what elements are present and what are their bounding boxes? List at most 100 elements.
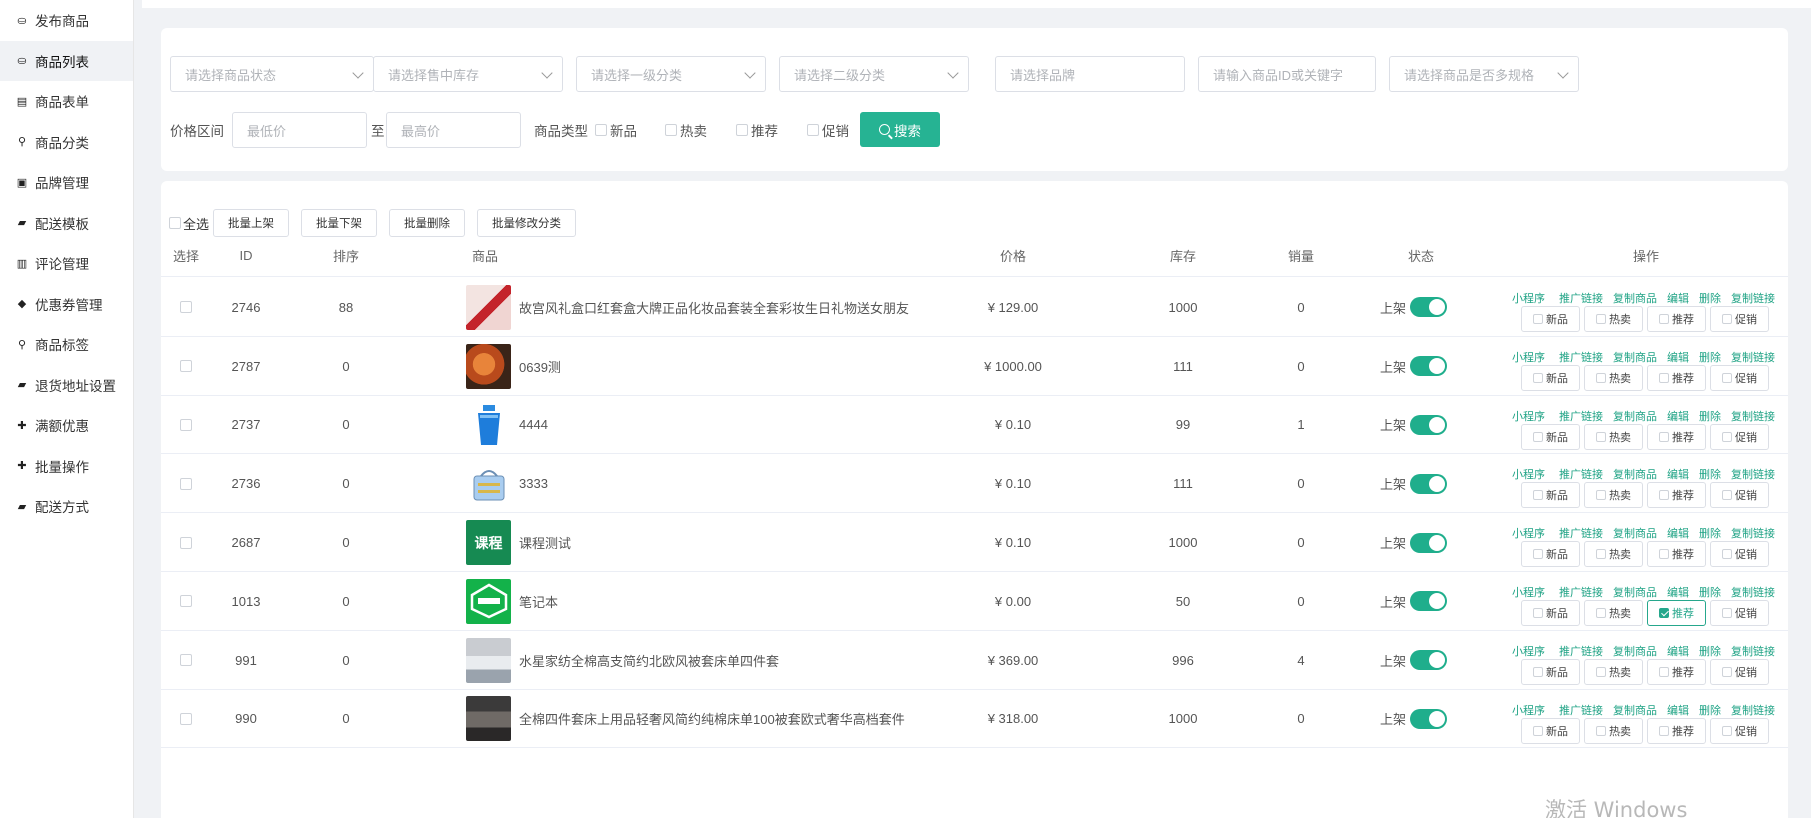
op-link-2[interactable]: 复制商品 [1613,702,1657,718]
op-link-1[interactable]: 推广链接 [1559,290,1603,306]
op-link-1[interactable]: 推广链接 [1559,643,1603,659]
op-link-3[interactable]: 编辑 [1667,290,1689,306]
row-checkbox[interactable] [161,278,211,337]
op-link-1[interactable]: 推广链接 [1559,584,1603,600]
op-link-2[interactable]: 复制商品 [1613,525,1657,541]
op-link-4[interactable]: 删除 [1699,408,1721,424]
status-toggle[interactable] [1410,650,1448,671]
op-link-3[interactable]: 编辑 [1667,466,1689,482]
op-link-4[interactable]: 删除 [1699,702,1721,718]
tag-toggle-1[interactable]: 热卖 [1584,423,1643,450]
op-link-1[interactable]: 推广链接 [1559,702,1603,718]
tag-toggle-1[interactable]: 热卖 [1584,541,1643,568]
row-checkbox[interactable] [161,337,211,396]
tag-toggle-3[interactable]: 促销 [1710,364,1769,391]
op-link-1[interactable]: 推广链接 [1559,525,1603,541]
spec-select[interactable]: 请选择商品是否多规格 [1389,56,1579,92]
tag-toggle-2[interactable]: 推荐 [1647,600,1706,626]
sidebar-item-6[interactable]: ▥ 评论管理 [0,243,133,284]
tag-toggle-0[interactable]: 新品 [1521,482,1580,509]
op-link-5[interactable]: 复制链接 [1731,702,1775,718]
select-all-checkbox[interactable]: 全选 [169,214,209,233]
sidebar-item-2[interactable]: ▤ 商品表单 [0,81,133,122]
tag-toggle-3[interactable]: 促销 [1710,658,1769,685]
op-link-3[interactable]: 编辑 [1667,525,1689,541]
sidebar-item-1[interactable]: ⛀ 商品列表 [0,40,133,81]
sidebar-item-4[interactable]: ▣ 品牌管理 [0,162,133,203]
status-toggle[interactable] [1410,473,1448,494]
op-link-4[interactable]: 删除 [1699,643,1721,659]
row-checkbox[interactable] [161,454,211,513]
op-link-5[interactable]: 复制链接 [1731,290,1775,306]
min-price-input[interactable]: 最低价 [232,112,367,148]
keyword-input[interactable]: 请输入商品ID或关键字 [1198,56,1376,92]
search-button[interactable]: 搜索 [860,112,940,147]
category2-select[interactable]: 请选择二级分类 [779,56,969,92]
tag-toggle-2[interactable]: 推荐 [1647,364,1706,391]
op-link-0[interactable]: 小程序 [1512,290,1545,306]
op-link-5[interactable]: 复制链接 [1731,408,1775,424]
tag-toggle-1[interactable]: 热卖 [1584,658,1643,685]
op-link-2[interactable]: 复制商品 [1613,408,1657,424]
tag-toggle-1[interactable]: 热卖 [1584,364,1643,391]
op-link-0[interactable]: 小程序 [1512,702,1545,718]
tag-toggle-3[interactable]: 促销 [1710,717,1769,744]
row-checkbox[interactable] [161,513,211,572]
status-select[interactable]: 请选择商品状态 [170,56,374,92]
op-link-5[interactable]: 复制链接 [1731,643,1775,659]
sidebar-item-0[interactable]: ⛀ 发布商品 [0,0,133,41]
sidebar-item-10[interactable]: ✚ 满额优惠 [0,405,133,446]
tag-toggle-3[interactable]: 促销 [1710,600,1769,626]
tag-toggle-0[interactable]: 新品 [1521,364,1580,391]
tag-toggle-2[interactable]: 推荐 [1647,306,1706,332]
status-toggle[interactable] [1410,414,1448,435]
tag-toggle-2[interactable]: 推荐 [1647,717,1706,744]
op-link-4[interactable]: 删除 [1699,466,1721,482]
stock-select[interactable]: 请选择售中库存 [373,56,563,92]
op-link-5[interactable]: 复制链接 [1731,349,1775,365]
sidebar-item-9[interactable]: ▰ 退货地址设置 [0,365,133,406]
sidebar-item-11[interactable]: ✚ 批量操作 [0,446,133,487]
tag-toggle-0[interactable]: 新品 [1521,306,1580,332]
type-promo-checkbox[interactable]: 促销 [807,112,849,148]
sidebar-item-8[interactable]: ⚲ 商品标签 [0,324,133,365]
tag-toggle-3[interactable]: 促销 [1710,423,1769,450]
status-toggle[interactable] [1410,356,1448,377]
op-link-0[interactable]: 小程序 [1512,584,1545,600]
tag-toggle-0[interactable]: 新品 [1521,717,1580,744]
op-link-2[interactable]: 复制商品 [1613,349,1657,365]
tag-toggle-1[interactable]: 热卖 [1584,306,1643,332]
tag-toggle-1[interactable]: 热卖 [1584,482,1643,509]
op-link-5[interactable]: 复制链接 [1731,466,1775,482]
status-toggle[interactable] [1410,591,1448,612]
op-link-2[interactable]: 复制商品 [1613,466,1657,482]
op-link-4[interactable]: 删除 [1699,290,1721,306]
op-link-3[interactable]: 编辑 [1667,408,1689,424]
tag-toggle-1[interactable]: 热卖 [1584,600,1643,626]
op-link-2[interactable]: 复制商品 [1613,290,1657,306]
status-toggle[interactable] [1410,532,1448,553]
tag-toggle-0[interactable]: 新品 [1521,423,1580,450]
tag-toggle-2[interactable]: 推荐 [1647,482,1706,509]
type-new-checkbox[interactable]: 新品 [595,112,637,148]
op-link-3[interactable]: 编辑 [1667,702,1689,718]
type-hot-checkbox[interactable]: 热卖 [665,112,707,148]
row-checkbox[interactable] [161,690,211,749]
tag-toggle-2[interactable]: 推荐 [1647,658,1706,685]
row-checkbox[interactable] [161,631,211,690]
tag-toggle-2[interactable]: 推荐 [1647,541,1706,568]
row-checkbox[interactable] [161,572,211,631]
op-link-5[interactable]: 复制链接 [1731,584,1775,600]
op-link-0[interactable]: 小程序 [1512,349,1545,365]
status-toggle[interactable] [1410,708,1448,729]
op-link-0[interactable]: 小程序 [1512,408,1545,424]
tag-toggle-0[interactable]: 新品 [1521,541,1580,568]
op-link-1[interactable]: 推广链接 [1559,466,1603,482]
tag-toggle-3[interactable]: 促销 [1710,306,1769,332]
tag-toggle-0[interactable]: 新品 [1521,600,1580,626]
op-link-4[interactable]: 删除 [1699,349,1721,365]
op-link-4[interactable]: 删除 [1699,584,1721,600]
brand-input[interactable]: 请选择品牌 [995,56,1185,92]
row-checkbox[interactable] [161,396,211,455]
sidebar-item-12[interactable]: ▰ 配送方式 [0,486,133,527]
